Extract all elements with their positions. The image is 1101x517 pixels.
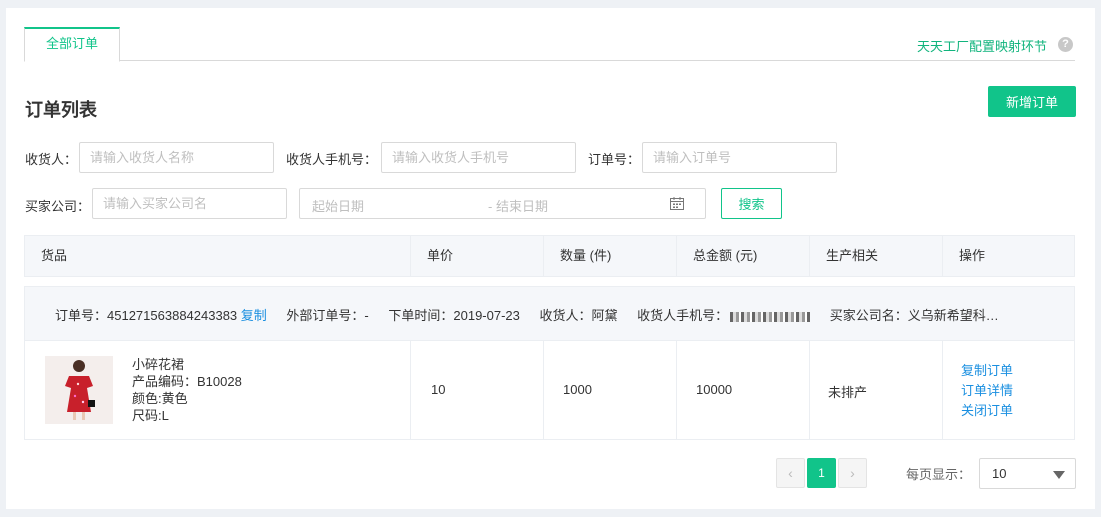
product-size: 尺码:L <box>132 408 169 423</box>
page-title: 订单列表 <box>25 100 97 120</box>
masked-phone-number <box>730 311 811 322</box>
phone-input[interactable] <box>381 142 576 173</box>
close-order-link[interactable]: 关闭订单 <box>961 401 1013 421</box>
col-header-total: 总金额 (元) <box>677 236 810 276</box>
col-header-quantity: 数量 (件) <box>544 236 677 276</box>
start-date-placeholder[interactable]: 起始日期 <box>312 196 364 215</box>
total-value: 10000 <box>696 382 733 397</box>
order-summary-text: 订单号：451271563884243383 复制 外部订单号：- 下单时间：2… <box>55 305 999 324</box>
chevron-right-icon[interactable]: › <box>838 458 867 488</box>
page-1-button[interactable]: 1 <box>807 458 836 488</box>
production-status: 未排产 <box>828 385 868 400</box>
unit-price-cell: 10 <box>411 341 544 439</box>
col-header-production: 生产相关 <box>810 236 943 276</box>
company-label: 买家公司： <box>25 199 91 214</box>
consignee-input[interactable] <box>79 142 274 173</box>
order-summary-row: 订单号：451271563884243383 复制 外部订单号：- 下单时间：2… <box>24 286 1075 341</box>
product-info: 小碎花裙 产品编码：B10028 颜色:黄色 尺码:L <box>132 356 242 424</box>
product-thumbnail[interactable] <box>45 356 113 424</box>
calendar-icon[interactable] <box>670 197 684 210</box>
product-code: 产品编码：B10028 <box>132 374 242 389</box>
buyer-company: 买家公司名：义乌新希望科… <box>829 308 999 323</box>
company-input[interactable] <box>92 188 287 219</box>
col-header-actions: 操作 <box>959 248 986 263</box>
help-icon[interactable]: ? <box>1058 37 1073 52</box>
table-row: 小碎花裙 产品编码：B10028 颜色:黄色 尺码:L 10 1000 1000… <box>24 340 1075 440</box>
unit-price-value: 10 <box>431 382 446 397</box>
order-detail-link[interactable]: 订单详情 <box>961 381 1013 401</box>
per-page-value: 10 <box>992 466 1007 481</box>
order-no-label: 订单号： <box>55 308 108 323</box>
col-header-goods: 货品 <box>25 236 411 276</box>
goods-cell: 小碎花裙 产品编码：B10028 颜色:黄色 尺码:L <box>25 341 411 439</box>
date-range-picker[interactable]: 起始日期 - 结束日期 <box>299 188 706 219</box>
per-page-select[interactable]: 10 <box>979 458 1076 489</box>
order-phone-label: 收货人手机号： <box>637 308 729 323</box>
order-panel: 全部订单 天天工厂配置映射环节 ? 订单列表 新增订单 收货人： 收货人手机号：… <box>6 8 1095 509</box>
search-button[interactable]: 搜索 <box>721 188 782 219</box>
phone-label: 收货人手机号： <box>286 152 378 167</box>
order-no-value: 451271563884243383 <box>107 308 238 323</box>
total-cell: 10000 <box>677 341 810 439</box>
dress-image <box>45 356 113 424</box>
caret-down-icon <box>1053 471 1065 479</box>
order-no-input[interactable] <box>642 142 837 173</box>
per-page-label: 每页显示： <box>906 467 972 482</box>
config-mapping-link[interactable]: 天天工厂配置映射环节 <box>917 36 1047 55</box>
order-time: 下单时间：2019-07-23 <box>388 308 520 323</box>
add-order-button[interactable]: 新增订单 <box>988 86 1076 117</box>
quantity-value: 1000 <box>563 382 592 397</box>
order-consignee: 收货人：阿黛 <box>539 308 618 323</box>
end-date-placeholder[interactable]: - 结束日期 <box>488 196 548 215</box>
copy-order-no-link[interactable]: 复制 <box>241 308 267 323</box>
production-cell: 未排产 <box>810 341 943 439</box>
order-no-label: 订单号： <box>588 152 641 167</box>
table-header: 货品 单价 数量 (件) 总金额 (元) 生产相关 操作 <box>24 235 1075 277</box>
copy-order-link[interactable]: 复制订单 <box>961 361 1013 381</box>
product-color: 颜色:黄色 <box>132 391 188 406</box>
consignee-label: 收货人： <box>25 152 78 167</box>
external-order-no: 外部订单号：- <box>286 308 369 323</box>
product-name: 小碎花裙 <box>132 357 185 372</box>
order-actions: 复制订单 订单详情 关闭订单 <box>961 361 1013 421</box>
tab-bar: 全部订单 天天工厂配置映射环节 ? <box>24 27 1075 62</box>
tab-all-orders[interactable]: 全部订单 <box>24 27 120 62</box>
col-header-unit-price: 单价 <box>411 236 544 276</box>
chevron-left-icon[interactable]: ‹ <box>776 458 805 488</box>
quantity-cell: 1000 <box>544 341 677 439</box>
